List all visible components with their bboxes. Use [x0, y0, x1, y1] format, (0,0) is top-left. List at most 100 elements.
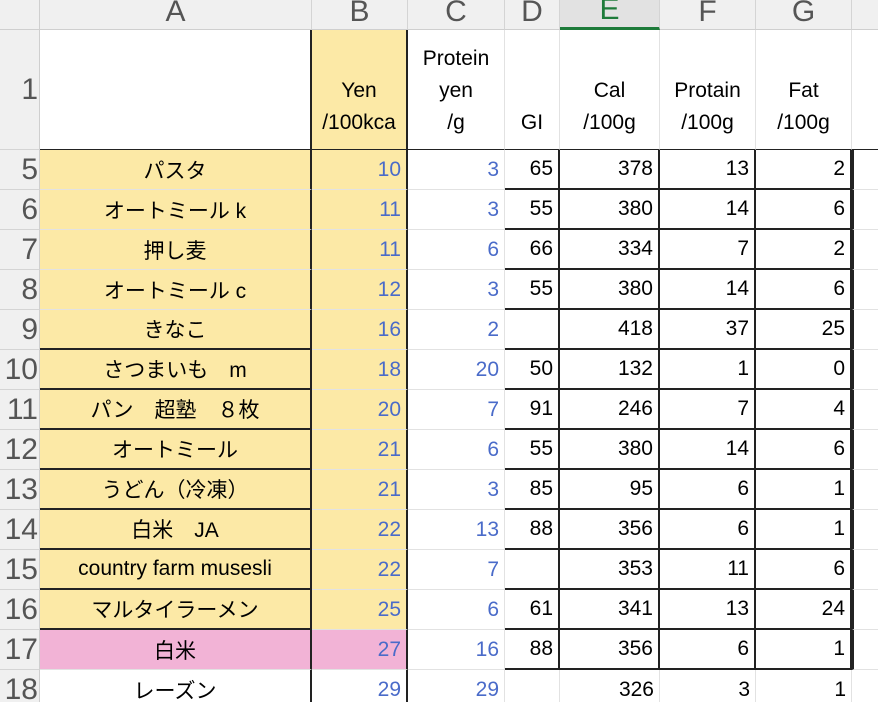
protein-cell[interactable]: 14 — [660, 430, 756, 470]
header-next-column[interactable]: / — [852, 30, 878, 150]
next-column-cell[interactable] — [852, 590, 878, 630]
gi-cell[interactable]: 91 — [505, 390, 560, 430]
spreadsheet-grid[interactable]: ABCDEFGH 1 Yen /100kcaProtein yen /gGICal … — [0, 0, 878, 702]
cal-cell[interactable]: 334 — [560, 230, 660, 270]
gi-cell[interactable]: 88 — [505, 510, 560, 550]
column-header-d[interactable]: D — [505, 0, 560, 30]
food-name-cell[interactable]: さつまいも m — [40, 350, 312, 390]
cal-cell[interactable]: 356 — [560, 510, 660, 550]
protein-cell[interactable]: 6 — [660, 510, 756, 550]
food-name-cell[interactable]: パン 超塾 ８枚 — [40, 390, 312, 430]
protein-yen-per-g-cell[interactable]: 6 — [408, 430, 505, 470]
gi-cell[interactable]: 65 — [505, 150, 560, 190]
food-name-cell[interactable]: マルタイラーメン — [40, 590, 312, 630]
protein-cell[interactable]: 13 — [660, 590, 756, 630]
protein-yen-per-g-cell[interactable]: 29 — [408, 670, 505, 702]
fat-cell[interactable]: 6 — [756, 550, 852, 590]
gi-cell[interactable] — [505, 550, 560, 590]
protein-yen-per-g-cell[interactable]: 20 — [408, 350, 505, 390]
food-name-cell[interactable]: country farm musesli — [40, 550, 312, 590]
gi-cell[interactable]: 55 — [505, 190, 560, 230]
next-column-cell[interactable] — [852, 670, 878, 702]
header-gi[interactable]: GI — [505, 30, 560, 150]
column-header-h[interactable]: H — [852, 0, 878, 30]
fat-cell[interactable]: 24 — [756, 590, 852, 630]
protein-cell[interactable]: 11 — [660, 550, 756, 590]
protein-yen-per-g-cell[interactable]: 6 — [408, 230, 505, 270]
gi-cell[interactable]: 85 — [505, 470, 560, 510]
column-header-g[interactable]: G — [756, 0, 852, 30]
protein-cell[interactable]: 6 — [660, 470, 756, 510]
protein-yen-per-g-cell[interactable]: 7 — [408, 550, 505, 590]
header-fat-per-100g[interactable]: Fat /100g — [756, 30, 852, 150]
cal-cell[interactable]: 380 — [560, 430, 660, 470]
row-header[interactable]: 18 — [0, 670, 40, 702]
cal-cell[interactable]: 246 — [560, 390, 660, 430]
header-cal-per-100g[interactable]: Cal /100g — [560, 30, 660, 150]
fat-cell[interactable]: 2 — [756, 150, 852, 190]
food-name-cell[interactable]: パスタ — [40, 150, 312, 190]
protein-yen-per-g-cell[interactable]: 2 — [408, 310, 505, 350]
yen-per-100kcal-cell[interactable]: 10 — [312, 150, 408, 190]
fat-cell[interactable]: 0 — [756, 350, 852, 390]
fat-cell[interactable]: 1 — [756, 670, 852, 702]
yen-per-100kcal-cell[interactable]: 18 — [312, 350, 408, 390]
protein-cell[interactable]: 7 — [660, 390, 756, 430]
protein-yen-per-g-cell[interactable]: 13 — [408, 510, 505, 550]
next-column-cell[interactable] — [852, 430, 878, 470]
food-name-cell[interactable]: きなこ — [40, 310, 312, 350]
header-name-cell[interactable] — [40, 30, 312, 150]
row-header[interactable]: 7 — [0, 230, 40, 270]
protein-yen-per-g-cell[interactable]: 16 — [408, 630, 505, 670]
protein-cell[interactable]: 14 — [660, 270, 756, 310]
row-header[interactable]: 16 — [0, 590, 40, 630]
protein-yen-per-g-cell[interactable]: 3 — [408, 470, 505, 510]
next-column-cell[interactable] — [852, 190, 878, 230]
cal-cell[interactable]: 380 — [560, 270, 660, 310]
yen-per-100kcal-cell[interactable]: 21 — [312, 470, 408, 510]
row-header[interactable]: 17 — [0, 630, 40, 670]
next-column-cell[interactable] — [852, 230, 878, 270]
row-header[interactable]: 5 — [0, 150, 40, 190]
protein-yen-per-g-cell[interactable]: 3 — [408, 150, 505, 190]
column-header-e[interactable]: E — [560, 0, 660, 30]
column-header-c[interactable]: C — [408, 0, 505, 30]
fat-cell[interactable]: 6 — [756, 430, 852, 470]
cal-cell[interactable]: 341 — [560, 590, 660, 630]
fat-cell[interactable]: 2 — [756, 230, 852, 270]
column-header-b[interactable]: B — [312, 0, 408, 30]
protein-cell[interactable]: 6 — [660, 630, 756, 670]
row-header[interactable]: 11 — [0, 390, 40, 430]
cal-cell[interactable]: 356 — [560, 630, 660, 670]
next-column-cell[interactable] — [852, 470, 878, 510]
food-name-cell[interactable]: レーズン — [40, 670, 312, 702]
gi-cell[interactable]: 55 — [505, 430, 560, 470]
cal-cell[interactable]: 378 — [560, 150, 660, 190]
food-name-cell[interactable]: 白米 — [40, 630, 312, 670]
gi-cell[interactable]: 61 — [505, 590, 560, 630]
row-header[interactable]: 15 — [0, 550, 40, 590]
gi-cell[interactable]: 66 — [505, 230, 560, 270]
yen-per-100kcal-cell[interactable]: 22 — [312, 550, 408, 590]
select-all-corner[interactable] — [0, 0, 40, 30]
yen-per-100kcal-cell[interactable]: 29 — [312, 670, 408, 702]
yen-per-100kcal-cell[interactable]: 20 — [312, 390, 408, 430]
next-column-cell[interactable] — [852, 350, 878, 390]
food-name-cell[interactable]: オートミール — [40, 430, 312, 470]
fat-cell[interactable]: 1 — [756, 470, 852, 510]
fat-cell[interactable]: 6 — [756, 190, 852, 230]
next-column-cell[interactable] — [852, 550, 878, 590]
gi-cell[interactable] — [505, 670, 560, 702]
next-column-cell[interactable] — [852, 270, 878, 310]
protein-yen-per-g-cell[interactable]: 3 — [408, 270, 505, 310]
food-name-cell[interactable]: うどん（冷凍） — [40, 470, 312, 510]
cal-cell[interactable]: 326 — [560, 670, 660, 702]
row-header[interactable]: 14 — [0, 510, 40, 550]
protein-yen-per-g-cell[interactable]: 7 — [408, 390, 505, 430]
fat-cell[interactable]: 4 — [756, 390, 852, 430]
next-column-cell[interactable] — [852, 390, 878, 430]
protein-cell[interactable]: 37 — [660, 310, 756, 350]
gi-cell[interactable]: 55 — [505, 270, 560, 310]
column-header-a[interactable]: A — [40, 0, 312, 30]
next-column-cell[interactable] — [852, 150, 878, 190]
